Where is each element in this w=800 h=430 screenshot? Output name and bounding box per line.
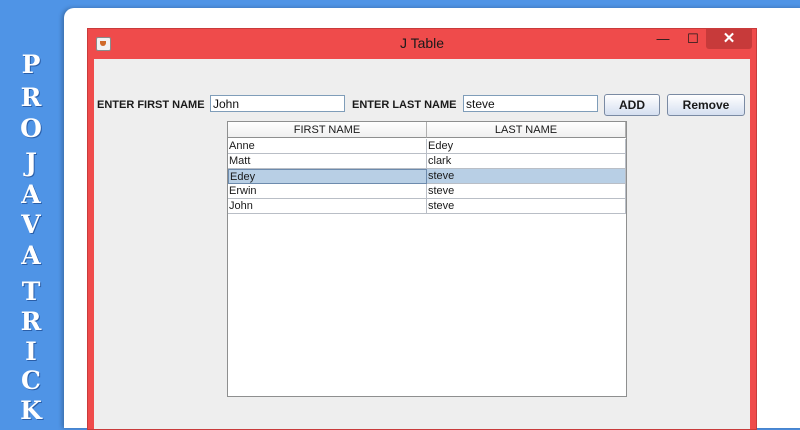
table-cell-last-name[interactable]: clark xyxy=(427,154,626,169)
brand-letter: R xyxy=(20,83,42,112)
jtable-window: J Table — ☐ ✕ ENTER FIRST NAME ENTER LAS… xyxy=(87,28,757,430)
table-cell-last-name[interactable]: steve xyxy=(427,199,626,214)
last-name-label: ENTER LAST NAME xyxy=(352,99,457,111)
table-row[interactable]: John steve xyxy=(228,199,626,214)
last-name-input[interactable] xyxy=(463,95,598,112)
minimize-button[interactable]: — xyxy=(650,29,676,49)
content-pane: ENTER FIRST NAME ENTER LAST NAME ADD Rem… xyxy=(94,59,750,429)
close-button[interactable]: ✕ xyxy=(706,29,752,49)
table-cell-last-name[interactable]: steve xyxy=(427,184,626,199)
remove-button[interactable]: Remove xyxy=(667,94,745,116)
brand-letter: J xyxy=(25,148,37,177)
brand-strip: P R O J A V A T R I C K xyxy=(0,0,62,425)
title-bar[interactable]: J Table — ☐ ✕ xyxy=(88,29,756,59)
column-header-last-name[interactable]: LAST NAME xyxy=(427,122,626,138)
table-cell-last-name[interactable]: Edey xyxy=(427,139,626,154)
brand-letter: C xyxy=(21,366,41,395)
add-button[interactable]: ADD xyxy=(604,94,660,116)
brand-letter: T xyxy=(21,277,41,306)
table-row[interactable]: Anne Edey xyxy=(228,139,626,154)
brand-letter: R xyxy=(20,307,42,336)
table-cell-first-name[interactable]: Edey xyxy=(228,169,427,184)
table-cell-first-name[interactable]: John xyxy=(228,199,427,214)
table-row[interactable]: Erwin steve xyxy=(228,184,626,199)
table-row[interactable]: Matt clark xyxy=(228,154,626,169)
brand-letter: A xyxy=(21,241,41,270)
brand-letter: O xyxy=(20,114,42,143)
brand-letter: V xyxy=(21,210,41,239)
table-header: FIRST NAME LAST NAME xyxy=(228,122,626,139)
first-name-input[interactable] xyxy=(210,95,345,112)
brand-letter: I xyxy=(25,337,37,366)
table-cell-first-name[interactable]: Erwin xyxy=(228,184,427,199)
maximize-button[interactable]: ☐ xyxy=(680,29,706,49)
table-cell-first-name[interactable]: Matt xyxy=(228,154,427,169)
table-cell-first-name[interactable]: Anne xyxy=(228,139,427,154)
first-name-label: ENTER FIRST NAME xyxy=(97,99,205,111)
column-header-first-name[interactable]: FIRST NAME xyxy=(228,122,427,138)
data-table[interactable]: FIRST NAME LAST NAME Anne Edey Matt clar… xyxy=(227,121,627,397)
brand-letter: P xyxy=(21,50,41,79)
brand-letter: A xyxy=(21,180,41,209)
table-cell-last-name[interactable]: steve xyxy=(427,169,626,184)
table-row-selected[interactable]: Edey steve xyxy=(228,169,626,184)
brand-letter: K xyxy=(20,396,42,425)
